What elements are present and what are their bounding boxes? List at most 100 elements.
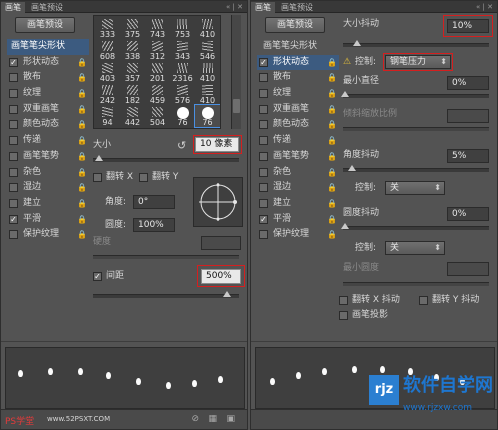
- lock-icon[interactable]: 🔒: [77, 73, 87, 82]
- grid-icon[interactable]: ▦: [208, 414, 217, 424]
- brush-tip-cell[interactable]: 312: [145, 39, 170, 61]
- brush-tip-cell[interactable]: 338: [120, 39, 145, 61]
- lock-icon[interactable]: 🔒: [327, 152, 337, 161]
- list-item[interactable]: 纹理 🔒: [7, 86, 89, 102]
- brush-tip-cell[interactable]: 182: [120, 83, 145, 105]
- brush-tip-cell[interactable]: 410: [195, 17, 220, 39]
- brush-tip-cell[interactable]: 333: [95, 17, 120, 39]
- brush-tip-cell[interactable]: 608: [95, 39, 120, 61]
- size-jitter-slider-thumb[interactable]: [353, 40, 361, 46]
- list-item[interactable]: 保护纹理 🔒: [257, 227, 339, 243]
- spacing-slider-thumb[interactable]: [223, 291, 231, 297]
- list-item-checkbox[interactable]: [9, 183, 18, 193]
- list-item-checkbox[interactable]: [9, 120, 18, 130]
- list-item-checkbox[interactable]: [9, 73, 18, 83]
- list-item[interactable]: 杂色 🔒: [7, 165, 89, 181]
- list-item-brush-tip-shape[interactable]: 画笔笔尖形状: [7, 39, 89, 55]
- list-item-checkbox[interactable]: [259, 104, 268, 114]
- list-item-checkbox[interactable]: [259, 136, 268, 146]
- control2-select[interactable]: 关 ⬍: [385, 181, 445, 195]
- brush-tip-cell[interactable]: 410: [195, 61, 220, 83]
- lock-icon[interactable]: 🔒: [327, 199, 337, 208]
- list-item-checkbox[interactable]: [259, 198, 268, 208]
- lock-icon[interactable]: 🔒: [77, 89, 87, 98]
- flip-y-checkbox[interactable]: 翻转 Y: [139, 172, 178, 183]
- angle-jitter-slider[interactable]: [343, 165, 489, 172]
- lock-icon[interactable]: 🔒: [327, 105, 337, 114]
- angle-jitter-field[interactable]: 5%: [447, 149, 489, 163]
- roundness-field[interactable]: 100%: [133, 218, 175, 232]
- lock-icon[interactable]: 🔒: [77, 168, 87, 177]
- brush-tip-cell[interactable]: 743: [145, 17, 170, 39]
- list-item-checkbox[interactable]: [9, 104, 18, 114]
- tilt-scale-field[interactable]: [447, 109, 489, 123]
- list-item-checkbox[interactable]: [9, 167, 18, 177]
- brush-tip-cell[interactable]: 2316: [170, 61, 195, 83]
- tab-brush[interactable]: 画笔: [251, 2, 275, 13]
- brush-tip-cell[interactable]: 375: [120, 17, 145, 39]
- spacing-checkbox[interactable]: ✓ 间距: [93, 271, 124, 282]
- list-item[interactable]: 散布 🔒: [7, 70, 89, 86]
- brush-tip-cell[interactable]: 201: [145, 61, 170, 83]
- lock-icon[interactable]: 🔒: [327, 120, 337, 129]
- brush-tip-cell[interactable]: 403: [95, 61, 120, 83]
- list-item-checkbox[interactable]: [259, 73, 268, 83]
- new-brush-icon[interactable]: ▣: [226, 414, 235, 424]
- lock-icon[interactable]: 🔒: [327, 73, 337, 82]
- hardness-slider[interactable]: [93, 255, 239, 259]
- angle-jitter-slider-thumb[interactable]: [348, 165, 356, 171]
- brush-tip-cell[interactable]: 546: [195, 39, 220, 61]
- size-slider-thumb[interactable]: [95, 155, 103, 161]
- list-item-checkbox[interactable]: ✓: [9, 57, 18, 67]
- min-roundness-field[interactable]: [447, 262, 489, 276]
- brush-tip-cell[interactable]: 76: [170, 105, 195, 127]
- brush-tip-cell[interactable]: 504: [145, 105, 170, 127]
- flip-x-checkbox[interactable]: 翻转 X: [93, 172, 133, 183]
- list-item[interactable]: 湿边 🔒: [257, 180, 339, 196]
- brush-tip-cell[interactable]: 442: [120, 105, 145, 127]
- brush-grid-scrollbar[interactable]: [231, 15, 241, 129]
- list-item-checkbox[interactable]: [259, 230, 268, 240]
- list-item-checkbox[interactable]: [259, 151, 268, 161]
- list-item-checkbox[interactable]: ✓: [259, 214, 268, 224]
- list-item[interactable]: 画笔笔势 🔒: [7, 149, 89, 165]
- window-controls[interactable]: « | ✕: [476, 2, 493, 12]
- reset-size-icon[interactable]: ↺: [177, 140, 186, 151]
- list-item[interactable]: 建立 🔒: [7, 196, 89, 212]
- list-item[interactable]: 颜色动态 🔒: [7, 117, 89, 133]
- list-item[interactable]: ✓ 形状动态 🔒: [7, 55, 89, 71]
- list-item[interactable]: 纹理 🔒: [257, 86, 339, 102]
- list-item[interactable]: 建立 🔒: [257, 196, 339, 212]
- lock-icon[interactable]: 🔒: [327, 89, 337, 98]
- list-item-checkbox[interactable]: [9, 198, 18, 208]
- list-item[interactable]: ✓ 平滑 🔒: [7, 212, 89, 228]
- scrollbar-thumb[interactable]: [233, 99, 240, 113]
- lock-icon[interactable]: 🔒: [77, 183, 87, 192]
- list-item[interactable]: 散布 🔒: [257, 70, 339, 86]
- list-item-checkbox[interactable]: [9, 89, 18, 99]
- window-controls[interactable]: « | ✕: [226, 2, 243, 12]
- list-item[interactable]: ✓ 形状动态 🔒: [257, 54, 339, 71]
- angle-field[interactable]: 0°: [133, 195, 175, 209]
- list-item-checkbox[interactable]: [259, 120, 268, 130]
- brush-tip-cell[interactable]: 576: [170, 83, 195, 105]
- roundness-jitter-field[interactable]: 0%: [447, 207, 489, 221]
- lock-icon[interactable]: 🔒: [77, 152, 87, 161]
- list-item[interactable]: 双重画笔 🔒: [257, 102, 339, 118]
- brush-tip-cell[interactable]: 410: [195, 83, 220, 105]
- list-item[interactable]: 传递 🔒: [257, 133, 339, 149]
- brush-tip-cell[interactable]: 94: [95, 105, 120, 127]
- lock-icon[interactable]: 🔒: [77, 120, 87, 129]
- lock-icon[interactable]: 🔒: [327, 183, 337, 192]
- list-item[interactable]: ✓ 平滑 🔒: [257, 212, 339, 228]
- angle-roundness-widget[interactable]: [193, 177, 243, 227]
- brush-tip-cell[interactable]: 76: [194, 104, 220, 128]
- min-diameter-slider-thumb[interactable]: [341, 91, 349, 97]
- flip-y-jitter-checkbox[interactable]: 翻转 Y 抖动: [419, 295, 479, 306]
- tab-brush[interactable]: 画笔: [1, 2, 25, 13]
- brush-tip-cell[interactable]: 753: [170, 17, 195, 39]
- flip-x-jitter-checkbox[interactable]: 翻转 X 抖动: [339, 295, 400, 306]
- list-item[interactable]: 传递 🔒: [7, 133, 89, 149]
- roundness-jitter-slider[interactable]: [341, 223, 489, 230]
- lock-icon[interactable]: 🔒: [77, 215, 87, 224]
